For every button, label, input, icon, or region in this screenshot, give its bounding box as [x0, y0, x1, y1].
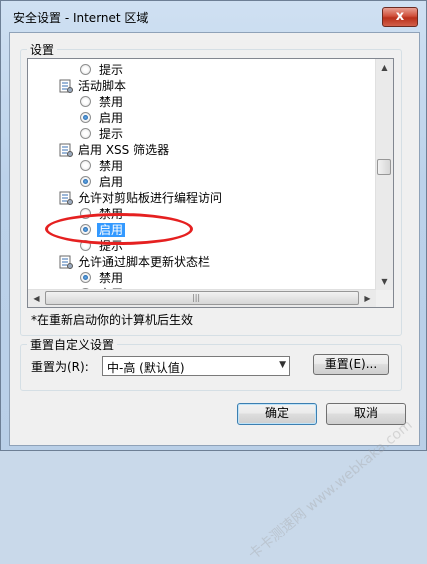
script-settings-icon: [59, 143, 73, 157]
chevron-down-icon: ▼: [279, 360, 286, 370]
settings-list-items: 提示 活动脚本 禁用 启用 提示 启用 XSS 筛选器 禁用 启用 允许对剪贴板进行编程访问 禁用…: [28, 59, 376, 290]
close-icon: x: [395, 9, 405, 24]
radio-unchecked-icon[interactable]: [80, 160, 91, 171]
radio-checked-icon[interactable]: [80, 112, 91, 123]
grip-icon: |||: [192, 293, 201, 302]
window-title: 安全设置 - Internet 区域: [13, 11, 149, 25]
vertical-scroll-thumb[interactable]: [377, 159, 391, 175]
settings-item-label: 启用 XSS 筛选器: [78, 143, 170, 157]
radio-checked-icon[interactable]: [80, 272, 91, 283]
scrollbar-corner: [376, 290, 393, 307]
settings-item-label: 禁用: [99, 159, 124, 173]
horizontal-scroll-thumb[interactable]: |||: [45, 291, 359, 305]
scroll-right-arrow-icon[interactable]: ▶: [359, 290, 376, 307]
radio-checked-icon[interactable]: [80, 176, 91, 187]
reset-level-value: 中-高 (默认值): [107, 361, 185, 375]
script-settings-icon: [59, 255, 73, 269]
scroll-left-arrow-icon[interactable]: ◀: [28, 290, 45, 307]
settings-item-label: 提示: [99, 127, 124, 141]
annotation-circle: [45, 213, 193, 245]
horizontal-scrollbar[interactable]: ◀ ||| ▶: [28, 289, 376, 307]
restart-note: *在重新启动你的计算机后生效: [31, 313, 194, 327]
radio-unchecked-icon[interactable]: [80, 128, 91, 139]
radio-unchecked-icon[interactable]: [80, 64, 91, 75]
vertical-scrollbar[interactable]: ▲ ▼: [375, 59, 393, 290]
script-settings-icon: [59, 191, 73, 205]
settings-list[interactable]: 提示 活动脚本 禁用 启用 提示 启用 XSS 筛选器 禁用 启用 允许对剪贴板进行编程访问 禁用…: [27, 58, 394, 308]
settings-item-label: 活动脚本: [78, 79, 127, 93]
settings-item-label: 允许对剪贴板进行编程访问: [78, 191, 223, 205]
reset-button[interactable]: 重置(E)...: [313, 354, 389, 375]
scroll-up-arrow-icon[interactable]: ▲: [376, 59, 393, 76]
close-button[interactable]: x: [382, 7, 418, 27]
settings-item-label: 禁用: [99, 95, 124, 109]
settings-group-label: 设置: [27, 41, 58, 58]
settings-item-label: 启用: [99, 175, 124, 189]
reset-group-label: 重置自定义设置: [27, 336, 118, 353]
settings-item-label: 启用: [99, 111, 124, 125]
script-settings-icon: [59, 79, 73, 93]
reset-level-select[interactable]: 中-高 (默认值) ▼: [102, 356, 290, 376]
radio-unchecked-icon[interactable]: [80, 96, 91, 107]
ok-button[interactable]: 确定: [237, 403, 317, 425]
scroll-down-arrow-icon[interactable]: ▼: [376, 273, 393, 290]
settings-item-label: 禁用: [99, 271, 124, 285]
settings-item-label: 允许通过脚本更新状态栏: [78, 255, 211, 269]
title-bar: 安全设置 - Internet 区域 x: [1, 1, 426, 31]
settings-item-label: 提示: [99, 63, 124, 77]
reset-to-label: 重置为(R):: [31, 360, 89, 374]
security-settings-dialog: 安全设置 - Internet 区域 x 设置 提示 活动脚本 禁用 启用 提示 启用 X…: [0, 0, 427, 563]
